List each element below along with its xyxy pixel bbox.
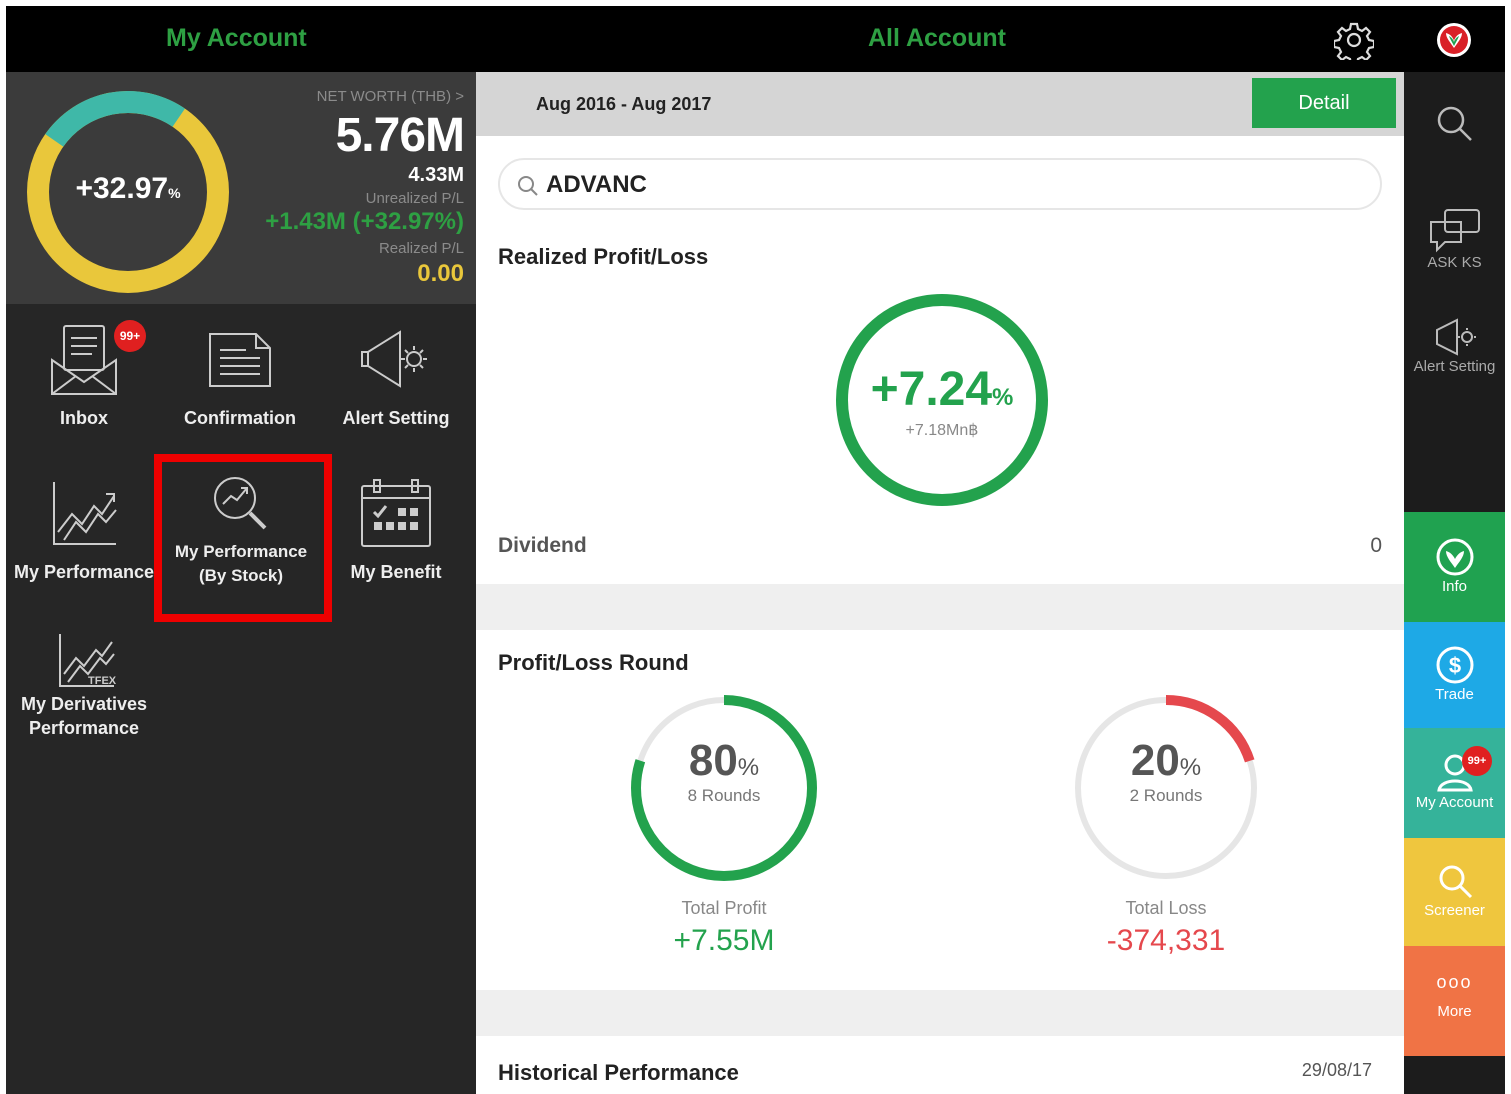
sidebar-tile-my-account[interactable]: My Account 99+ xyxy=(1404,728,1505,838)
menu-item-inbox[interactable]: Inbox 99+ xyxy=(6,320,162,430)
detail-button[interactable]: Detail xyxy=(1252,78,1396,128)
account-badge: 99+ xyxy=(1462,746,1492,776)
menu-label-my-derivatives: My Derivatives xyxy=(20,694,148,714)
menu-label-my-benefit: My Benefit xyxy=(350,562,442,582)
inbox-badge: 99+ xyxy=(114,320,146,352)
menu-item-my-performance[interactable]: My Performance xyxy=(6,474,162,584)
total-loss-label: Total Loss xyxy=(1125,898,1207,918)
gear-icon[interactable] xyxy=(1332,20,1376,66)
total-profit-value: +7.55M xyxy=(673,924,775,957)
total-profit-label: Total Profit xyxy=(681,898,767,918)
dividend-value: 0 xyxy=(1370,534,1382,557)
left-panel: +32.97% NET WORTH (THB) > 5.76M 4.33M Un… xyxy=(6,72,476,1094)
sidebar-tile-info[interactable]: Info xyxy=(1404,512,1505,622)
menu-label-inbox: Inbox xyxy=(60,408,108,428)
historical-title: Historical Performance xyxy=(498,1060,739,1085)
menu-label-performance: Performance xyxy=(28,718,140,738)
win-percent: 80% xyxy=(688,736,760,785)
sidebar-label-screener: Screener xyxy=(1424,902,1485,919)
total-loss-value: -374,331 xyxy=(1106,924,1226,957)
historical-date: 29/08/17 xyxy=(1301,1060,1372,1080)
realized-label: Realized P/L xyxy=(378,240,464,257)
sidebar-label-account: My Account xyxy=(1415,794,1494,811)
sidebar-tile-screener[interactable]: Screener xyxy=(1404,838,1505,946)
menu-item-my-benefit[interactable]: My Benefit xyxy=(318,474,474,584)
menu-item-alert-setting[interactable]: Alert Setting xyxy=(318,320,474,430)
cost-value: 4.33M xyxy=(408,164,464,186)
right-sidebar: ASK KS Alert Setting Info $ Trade My Acc… xyxy=(1404,72,1505,1094)
screener-search-icon xyxy=(1439,865,1472,899)
win-ring-text: 80% 8 Rounds xyxy=(624,736,824,806)
performance-chart-icon xyxy=(53,482,117,545)
menu-item-my-derivatives-performance[interactable]: TFEX My Derivatives Performance xyxy=(6,628,162,740)
portfolio-summary[interactable]: +32.97% NET WORTH (THB) > 5.76M 4.33M Un… xyxy=(6,72,476,304)
donut-value: +32.97% xyxy=(75,172,181,205)
sidebar-tile-trade[interactable]: $ Trade xyxy=(1404,622,1505,728)
loss-ring-text: 20% 2 Rounds xyxy=(1066,736,1266,806)
kasikorn-logo-icon[interactable] xyxy=(1436,22,1472,58)
menu-label-alert-setting: Alert Setting xyxy=(342,408,450,428)
top-bar: My Account All Account xyxy=(6,6,1505,72)
more-dots-icon: ooo xyxy=(1436,972,1473,992)
info-logo-icon xyxy=(1436,538,1473,576)
inbox-icon xyxy=(51,325,117,395)
loss-percent: 20% xyxy=(1130,736,1202,785)
net-worth-value: 5.76M xyxy=(335,109,465,162)
menu-label-my-performance: My Performance xyxy=(13,562,155,582)
page-title: My Account xyxy=(166,24,307,52)
date-bar: Aug 2016 - Aug 2017 Detail xyxy=(476,72,1404,136)
app-frame: My Account All Account +32.97% NET WORTH… xyxy=(6,6,1505,1094)
unrealized-value: +1.43M (+32.97%) xyxy=(265,208,464,235)
svg-text:$: $ xyxy=(1448,653,1460,678)
sidebar-item-alert-setting[interactable]: Alert Setting xyxy=(1404,316,1505,375)
sidebar-label-more: More xyxy=(1437,1003,1472,1020)
date-range[interactable]: Aug 2016 - Aug 2017 xyxy=(536,94,711,115)
sidebar-item-ask-ks[interactable]: ASK KS xyxy=(1404,206,1505,271)
megaphone-icon xyxy=(1435,318,1476,356)
round-title: Profit/Loss Round xyxy=(498,650,689,675)
section-divider xyxy=(476,990,1404,1036)
menu-label-confirmation: Confirmation xyxy=(184,408,296,428)
megaphone-gear-icon xyxy=(361,330,427,388)
sidebar-label-ask: ASK KS xyxy=(1427,254,1482,271)
net-worth-label[interactable]: NET WORTH (THB) > xyxy=(317,88,464,105)
sidebar-label-info: Info xyxy=(1441,578,1468,595)
section-divider xyxy=(476,584,1404,630)
tfex-tag: TFEX xyxy=(88,675,117,687)
calendar-icon xyxy=(361,479,431,547)
dollar-icon: $ xyxy=(1436,646,1473,684)
realized-percent: +7.24% xyxy=(870,363,1014,416)
confirmation-icon xyxy=(209,333,271,387)
highlight-box xyxy=(154,454,332,622)
sidebar-item-search[interactable] xyxy=(1404,102,1505,146)
realized-title: Realized Profit/Loss xyxy=(498,244,709,269)
unrealized-label: Unrealized P/L xyxy=(365,190,464,207)
search-icon xyxy=(518,176,538,196)
account-selector[interactable]: All Account xyxy=(868,24,1006,53)
main-content: Aug 2016 - Aug 2017 Detail Realized Prof… xyxy=(476,72,1404,1094)
search-icon xyxy=(1437,106,1472,141)
loss-rounds: 2 Rounds xyxy=(1129,786,1203,805)
menu-item-confirmation[interactable]: Confirmation xyxy=(162,320,318,430)
realized-value: 0.00 xyxy=(417,260,464,287)
sidebar-tile-more[interactable]: ooo More xyxy=(1404,946,1505,1056)
realized-amount: +7.18Mn฿ xyxy=(905,422,979,439)
chat-icon xyxy=(1429,209,1480,253)
sidebar-label-trade: Trade xyxy=(1435,686,1474,703)
sidebar-label-alert: Alert Setting xyxy=(1413,358,1496,375)
win-rounds: 8 Rounds xyxy=(687,786,761,805)
dividend-label: Dividend xyxy=(498,534,587,557)
stock-search[interactable] xyxy=(498,158,1382,210)
search-input[interactable] xyxy=(546,170,1346,200)
derivatives-chart-icon: TFEX xyxy=(59,634,117,687)
